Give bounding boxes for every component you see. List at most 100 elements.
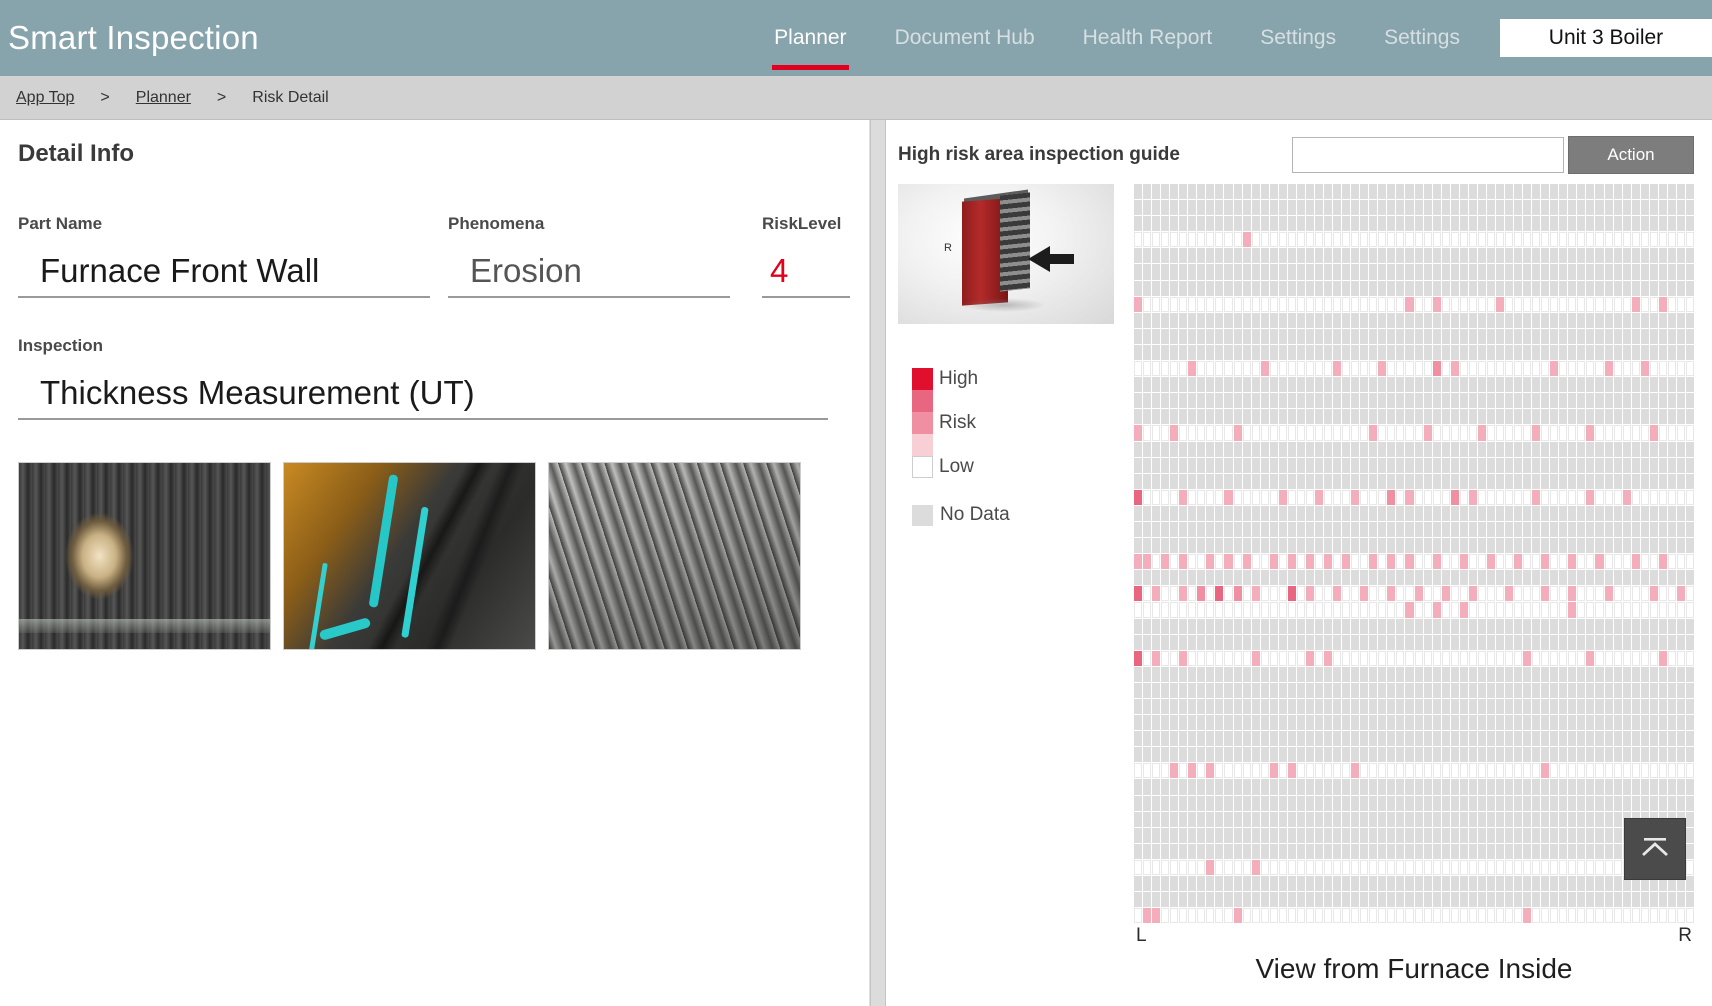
heatmap-cell[interactable]: [1170, 312, 1179, 328]
heatmap-cell[interactable]: [1188, 699, 1197, 715]
heatmap-cell[interactable]: [1432, 425, 1441, 441]
heatmap-cell[interactable]: [1541, 908, 1550, 924]
heatmap-cell[interactable]: [1514, 859, 1523, 876]
heatmap-cell[interactable]: [1342, 682, 1351, 698]
heatmap-cell[interactable]: [1640, 361, 1649, 377]
heatmap-cell[interactable]: [1405, 682, 1414, 698]
heatmap-cell[interactable]: [1631, 232, 1640, 248]
heatmap-cell[interactable]: [1504, 892, 1514, 908]
heatmap-cell[interactable]: [1541, 425, 1550, 441]
heatmap-cell[interactable]: [1468, 296, 1477, 312]
heatmap-cell[interactable]: [1658, 892, 1667, 908]
heatmap-cell[interactable]: [1423, 505, 1432, 521]
heatmap-cell[interactable]: [1640, 554, 1649, 570]
heatmap-cell[interactable]: [1414, 715, 1423, 731]
heatmap-cell[interactable]: [1396, 248, 1405, 264]
heatmap-cell[interactable]: [1622, 521, 1631, 538]
heatmap-cell[interactable]: [1206, 489, 1215, 505]
heatmap-cell[interactable]: [1450, 586, 1459, 602]
heatmap-cell[interactable]: [1296, 538, 1305, 554]
heatmap-cell[interactable]: [1477, 328, 1486, 344]
heatmap-cell[interactable]: [1568, 666, 1577, 682]
heatmap-cell[interactable]: [1631, 457, 1640, 473]
heatmap-cell[interactable]: [1170, 280, 1179, 296]
heatmap-cell[interactable]: [1396, 763, 1405, 779]
heatmap-cell[interactable]: [1197, 312, 1206, 328]
heatmap-cell[interactable]: [1622, 184, 1631, 200]
heatmap-cell[interactable]: [1387, 666, 1396, 682]
heatmap-cell[interactable]: [1532, 618, 1541, 634]
heatmap-cell[interactable]: [1577, 312, 1586, 328]
heatmap-cell[interactable]: [1559, 795, 1568, 811]
heatmap-cell[interactable]: [1622, 457, 1631, 473]
heatmap-cell[interactable]: [1432, 859, 1441, 876]
heatmap-cell[interactable]: [1595, 200, 1604, 216]
heatmap-cell[interactable]: [1423, 618, 1432, 634]
heatmap-cell[interactable]: [1414, 344, 1423, 361]
heatmap-cell[interactable]: [1550, 554, 1559, 570]
heatmap-cell[interactable]: [1604, 602, 1613, 618]
heatmap-cell[interactable]: [1685, 908, 1694, 924]
heatmap-cell[interactable]: [1604, 779, 1613, 795]
heatmap-cell[interactable]: [1676, 232, 1685, 248]
heatmap-cell[interactable]: [1342, 634, 1351, 650]
heatmap-cell[interactable]: [1197, 747, 1206, 763]
heatmap-cell[interactable]: [1477, 200, 1486, 216]
heatmap-cell[interactable]: [1432, 747, 1441, 763]
heatmap-cell[interactable]: [1134, 521, 1143, 538]
heatmap-cell[interactable]: [1450, 876, 1459, 892]
heatmap-cell[interactable]: [1134, 843, 1143, 859]
heatmap-cell[interactable]: [1134, 908, 1143, 924]
heatmap-cell[interactable]: [1278, 763, 1287, 779]
heatmap-cell[interactable]: [1378, 361, 1387, 377]
heatmap-cell[interactable]: [1550, 344, 1559, 361]
heatmap-cell[interactable]: [1242, 586, 1251, 602]
heatmap-cell[interactable]: [1170, 747, 1179, 763]
heatmap-cell[interactable]: [1324, 554, 1333, 570]
heatmap-cell[interactable]: [1360, 216, 1369, 232]
heatmap-cell[interactable]: [1640, 328, 1649, 344]
heatmap-cell[interactable]: [1541, 409, 1550, 425]
heatmap-cell[interactable]: [1224, 570, 1233, 586]
heatmap-cell[interactable]: [1396, 184, 1405, 200]
heatmap-cell[interactable]: [1351, 521, 1360, 538]
heatmap-cell[interactable]: [1251, 699, 1260, 715]
heatmap-cell[interactable]: [1631, 425, 1640, 441]
heatmap-cell[interactable]: [1523, 232, 1532, 248]
heatmap-cell[interactable]: [1387, 441, 1396, 457]
heatmap-cell[interactable]: [1423, 184, 1432, 200]
heatmap-cell[interactable]: [1170, 795, 1179, 811]
heatmap-cell[interactable]: [1595, 264, 1604, 280]
heatmap-cell[interactable]: [1360, 344, 1369, 361]
heatmap-cell[interactable]: [1414, 264, 1423, 280]
heatmap-cell[interactable]: [1414, 554, 1423, 570]
heatmap-cell[interactable]: [1532, 779, 1541, 795]
heatmap-cell[interactable]: [1604, 393, 1613, 409]
heatmap-cell[interactable]: [1441, 393, 1450, 409]
heatmap-cell[interactable]: [1287, 489, 1296, 505]
heatmap-cell[interactable]: [1287, 361, 1296, 377]
heatmap-cell[interactable]: [1224, 377, 1233, 393]
heatmap-cell[interactable]: [1260, 586, 1269, 602]
heatmap-cell[interactable]: [1586, 441, 1595, 457]
heatmap-cell[interactable]: [1269, 650, 1278, 666]
heatmap-cell[interactable]: [1685, 538, 1694, 554]
heatmap-cell[interactable]: [1387, 570, 1396, 586]
heatmap-cell[interactable]: [1423, 344, 1432, 361]
heatmap-cell[interactable]: [1622, 393, 1631, 409]
heatmap-cell[interactable]: [1550, 377, 1559, 393]
heatmap-cell[interactable]: [1613, 908, 1622, 924]
heatmap-cell[interactable]: [1432, 715, 1441, 731]
heatmap-cell[interactable]: [1577, 827, 1586, 843]
heatmap-cell[interactable]: [1441, 554, 1450, 570]
heatmap-cell[interactable]: [1414, 747, 1423, 763]
heatmap-cell[interactable]: [1242, 634, 1251, 650]
heatmap-cell[interactable]: [1514, 747, 1523, 763]
heatmap-cell[interactable]: [1550, 184, 1559, 200]
heatmap-cell[interactable]: [1604, 361, 1613, 377]
heatmap-cell[interactable]: [1351, 505, 1360, 521]
heatmap-cell[interactable]: [1188, 715, 1197, 731]
heatmap-cell[interactable]: [1613, 377, 1622, 393]
heatmap-cell[interactable]: [1342, 328, 1351, 344]
heatmap-cell[interactable]: [1405, 715, 1414, 731]
